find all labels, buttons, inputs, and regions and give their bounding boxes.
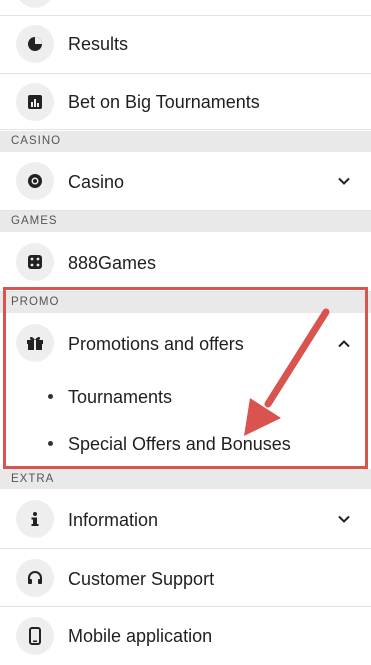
annotation-arrow-icon [244, 308, 330, 436]
